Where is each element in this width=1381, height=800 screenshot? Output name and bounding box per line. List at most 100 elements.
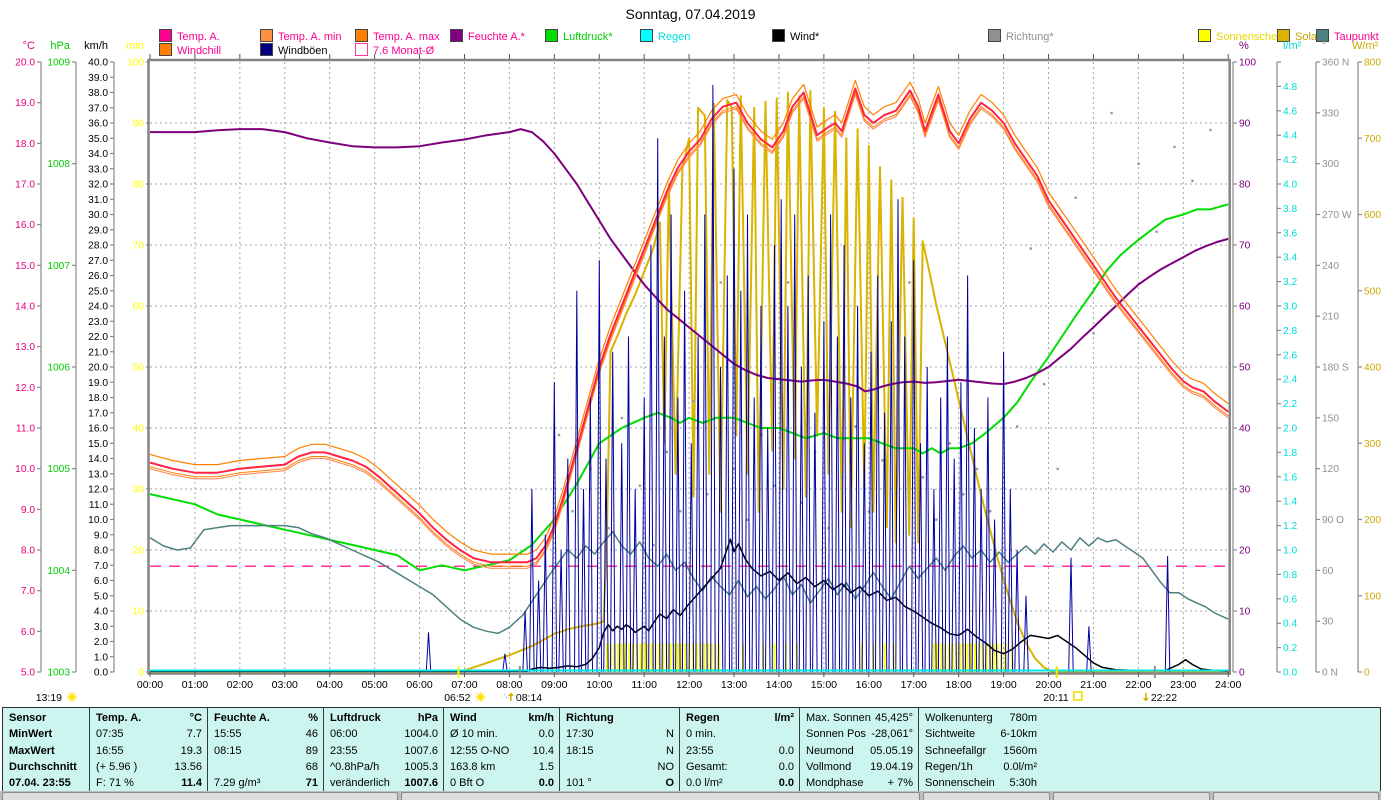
svg-text:0: 0 <box>138 668 144 679</box>
svg-text:300: 300 <box>1322 159 1339 170</box>
table-cell: 15:55 <box>214 728 242 741</box>
table-col-wind: Wind km/h Ø 10 min. 0.0 12:55 O-NO 10.4 163.8 … <box>443 708 560 792</box>
svg-text:1008: 1008 <box>47 159 70 170</box>
svg-text:17.0: 17.0 <box>88 408 108 419</box>
table-row: Sonnenschein 5:30h <box>919 775 1043 792</box>
svg-text:25.0: 25.0 <box>88 286 108 297</box>
table-cell: O <box>665 777 674 790</box>
table-row: 16:55 19.3 <box>90 743 208 760</box>
svg-text:20.0: 20.0 <box>15 58 35 69</box>
svg-text:40: 40 <box>1239 424 1251 435</box>
svg-text:13.0: 13.0 <box>88 469 108 480</box>
table-cell: Sensor <box>9 712 47 724</box>
table-cell: Wind <box>450 712 477 724</box>
svg-text:16:00: 16:00 <box>856 679 882 691</box>
svg-text:60: 60 <box>1239 302 1251 313</box>
table-row: 0 min. <box>680 726 800 743</box>
status-bar-segment <box>1213 792 1379 800</box>
svg-text:210: 210 <box>1322 312 1339 323</box>
svg-text:90: 90 <box>1239 119 1251 130</box>
status-bar-segment <box>1053 792 1210 800</box>
table-row: veränderlich 1007.6 <box>324 775 444 792</box>
table-row: Regen/1h 0.0l/m² <box>919 759 1043 776</box>
svg-text:hPa: hPa <box>50 40 70 52</box>
svg-text:8.0: 8.0 <box>21 546 35 557</box>
svg-text:1006: 1006 <box>47 363 70 374</box>
table-cell: 0.0 l/m² <box>686 777 723 790</box>
svg-text:l/m²: l/m² <box>1283 40 1302 52</box>
svg-text:15.0: 15.0 <box>15 261 35 272</box>
table-cell: Luftdruck <box>330 712 381 724</box>
table-cell: 0.0l/m² <box>1003 760 1037 773</box>
table-col-conditions: Wolkenunterg 780m Sichtweite 6-10km Schneefa… <box>918 708 1043 792</box>
table-cell: Schneefallgr <box>925 744 987 757</box>
svg-text:34.0: 34.0 <box>88 149 108 160</box>
svg-text:36.0: 36.0 <box>88 119 108 130</box>
svg-text:23.0: 23.0 <box>88 317 108 328</box>
table-cell: Sichtweite <box>925 728 976 741</box>
series-solar <box>150 90 1229 673</box>
table-cell: 23:55 <box>330 744 358 757</box>
svg-text:14.0: 14.0 <box>88 454 108 465</box>
table-row: MaxWert <box>3 743 87 760</box>
svg-text:W/m²: W/m² <box>1352 40 1379 52</box>
svg-text:min: min <box>126 40 144 52</box>
table-col-feuchte: Feuchte A.% 15:55 46 08:15 89 68 7.29 g/m³ 71 <box>207 708 324 792</box>
svg-text:60: 60 <box>1322 566 1334 577</box>
svg-text:30: 30 <box>1322 617 1334 628</box>
svg-text:2.8: 2.8 <box>1283 326 1297 337</box>
svg-text:0: 0 <box>1239 668 1245 679</box>
moonrise-icon <box>1142 693 1149 702</box>
svg-text:100: 100 <box>1239 58 1256 69</box>
table-row: 0 Bft O 0.0 <box>444 775 560 792</box>
svg-text:6.0: 6.0 <box>94 576 108 587</box>
sun-marker-label: 06:52 <box>444 692 470 704</box>
svg-text:12.0: 12.0 <box>88 485 108 496</box>
svg-text:11:00: 11:00 <box>631 679 657 691</box>
svg-text:5.0: 5.0 <box>94 591 108 602</box>
table-cell: 13.56 <box>174 760 202 773</box>
table-row: Vollmond 19.04.19 <box>800 759 919 776</box>
svg-text:70: 70 <box>1239 241 1251 252</box>
table-cell: N <box>666 728 674 741</box>
svg-text:3.6: 3.6 <box>1283 228 1297 239</box>
table-cell: 12:55 O-NO <box>450 744 510 757</box>
svg-text:10.0: 10.0 <box>88 515 108 526</box>
table-col-richtung: Richtung 17:30 N 18:15 N NO 101 ° O <box>559 708 680 792</box>
table-cell: Regen/1h <box>925 760 973 773</box>
table-row: 08:15 89 <box>208 743 324 760</box>
table-cell: 45,425° <box>874 712 913 724</box>
svg-text:700: 700 <box>1364 134 1381 145</box>
svg-text:360 N: 360 N <box>1322 58 1349 69</box>
svg-text:330: 330 <box>1322 108 1339 119</box>
svg-text:1.8: 1.8 <box>1283 448 1297 459</box>
svg-text:01:00: 01:00 <box>182 679 208 691</box>
svg-text:30: 30 <box>1239 485 1251 496</box>
table-col-luftdruck: Luftdruck hPa 06:00 1004.0 23:55 1007.6 ^0.8hP… <box>323 708 444 792</box>
table-cell: 1007.6 <box>404 777 438 790</box>
table-cell: MinWert <box>9 728 53 741</box>
table-row: (+ 5.96 ) 13.56 <box>90 759 208 776</box>
table-row: MinWert <box>3 726 87 743</box>
table-cell: 0.0 <box>538 777 554 790</box>
table-row: Richtung <box>560 710 680 727</box>
corner-time-label: 13:19 <box>36 692 62 704</box>
svg-text:15:00: 15:00 <box>811 679 837 691</box>
table-cell: Sonnenschein <box>925 777 995 790</box>
table-cell: Vollmond <box>806 760 852 773</box>
svg-text:27.0: 27.0 <box>88 256 108 267</box>
svg-text:38.0: 38.0 <box>88 88 108 99</box>
table-row: Feuchte A.% <box>208 710 324 727</box>
table-cell: 16:55 <box>96 744 124 757</box>
table-cell: 0 min. <box>686 728 716 741</box>
table-cell: 18:15 <box>566 744 594 757</box>
svg-text:2.0: 2.0 <box>1283 424 1297 435</box>
table-cell: Max. Sonnen <box>806 712 871 724</box>
svg-text:3.0: 3.0 <box>94 622 108 633</box>
svg-text:24.0: 24.0 <box>88 302 108 313</box>
table-row: 68 <box>208 759 324 776</box>
weather-chart: 5.0 6.0 7.0 8.0 9.0 10.0 11.0 12.0 13.0 14.0 15.0 1… <box>15 40 1381 704</box>
svg-text:18:00: 18:00 <box>946 679 972 691</box>
table-cell: 17:30 <box>566 728 594 741</box>
svg-text:1004: 1004 <box>47 566 70 577</box>
